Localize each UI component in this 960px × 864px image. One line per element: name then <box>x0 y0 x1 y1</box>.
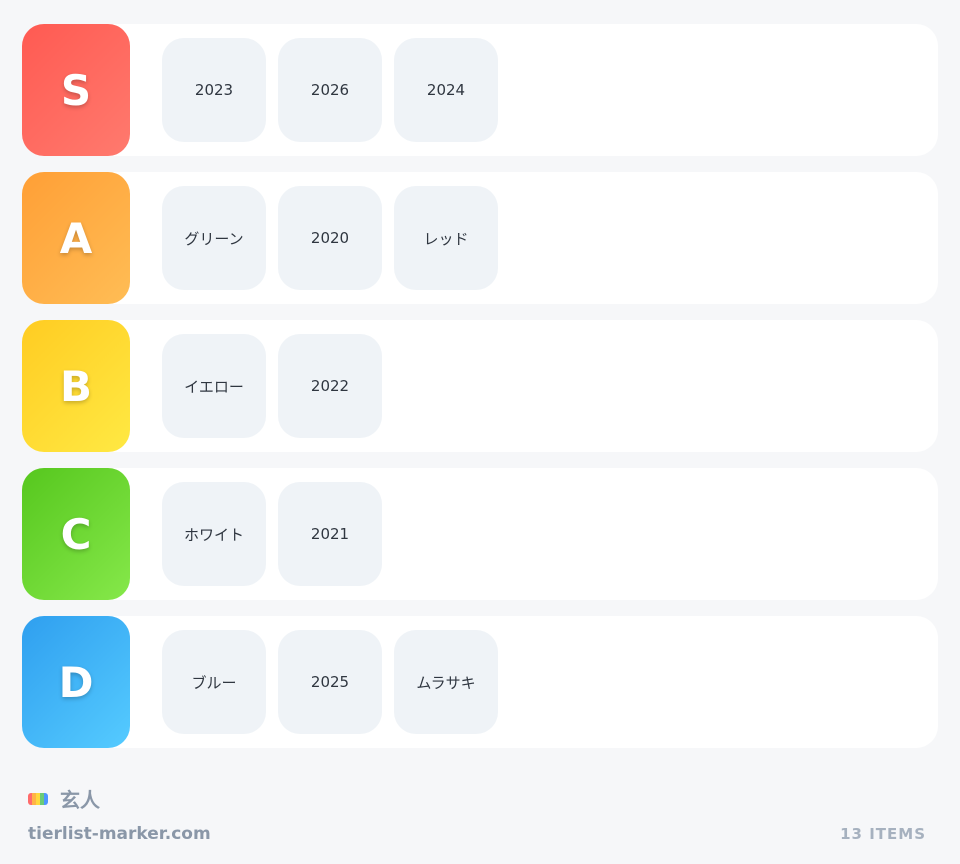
site-name: tierlist-marker.com <box>28 824 211 844</box>
tier-label-c: C <box>22 468 130 600</box>
tier-row-a: A グリーン 2020 レッド <box>22 172 938 304</box>
tier-row-s: S 2023 2026 2024 <box>22 24 938 156</box>
tier-item[interactable]: イエロー <box>162 334 266 438</box>
tier-item[interactable]: 2024 <box>394 38 498 142</box>
tier-item[interactable]: レッド <box>394 186 498 290</box>
palette-swatch <box>44 792 48 805</box>
tier-items-s: 2023 2026 2024 <box>162 38 498 142</box>
owner-name: 玄人 <box>60 788 100 812</box>
tier-row-c: C ホワイト 2021 <box>22 468 938 600</box>
tier-items-c: ホワイト 2021 <box>162 482 382 586</box>
tier-row-d: D ブルー 2025 ムラサキ <box>22 616 938 748</box>
tier-label-d: D <box>22 616 130 748</box>
footer-owner: 玄人 <box>28 784 100 813</box>
tier-item[interactable]: 2026 <box>278 38 382 142</box>
tier-item[interactable]: ホワイト <box>162 482 266 586</box>
palette-icon <box>28 792 48 805</box>
tier-list: S 2023 2026 2024 A グリーン 2020 レッド B イエロー … <box>22 24 938 764</box>
tier-label-a: A <box>22 172 130 304</box>
tier-items-b: イエロー 2022 <box>162 334 382 438</box>
tier-item[interactable]: 2021 <box>278 482 382 586</box>
tier-item[interactable]: 2022 <box>278 334 382 438</box>
tier-items-a: グリーン 2020 レッド <box>162 186 498 290</box>
tier-item[interactable]: ムラサキ <box>394 630 498 734</box>
tier-item[interactable]: 2025 <box>278 630 382 734</box>
item-count: 13 ITEMS <box>840 825 926 843</box>
tier-row-b: B イエロー 2022 <box>22 320 938 452</box>
tier-item[interactable]: 2020 <box>278 186 382 290</box>
tier-item[interactable]: ブルー <box>162 630 266 734</box>
tier-label-s: S <box>22 24 130 156</box>
tier-label-b: B <box>22 320 130 452</box>
tier-item[interactable]: グリーン <box>162 186 266 290</box>
tier-item[interactable]: 2023 <box>162 38 266 142</box>
tier-items-d: ブルー 2025 ムラサキ <box>162 630 498 734</box>
